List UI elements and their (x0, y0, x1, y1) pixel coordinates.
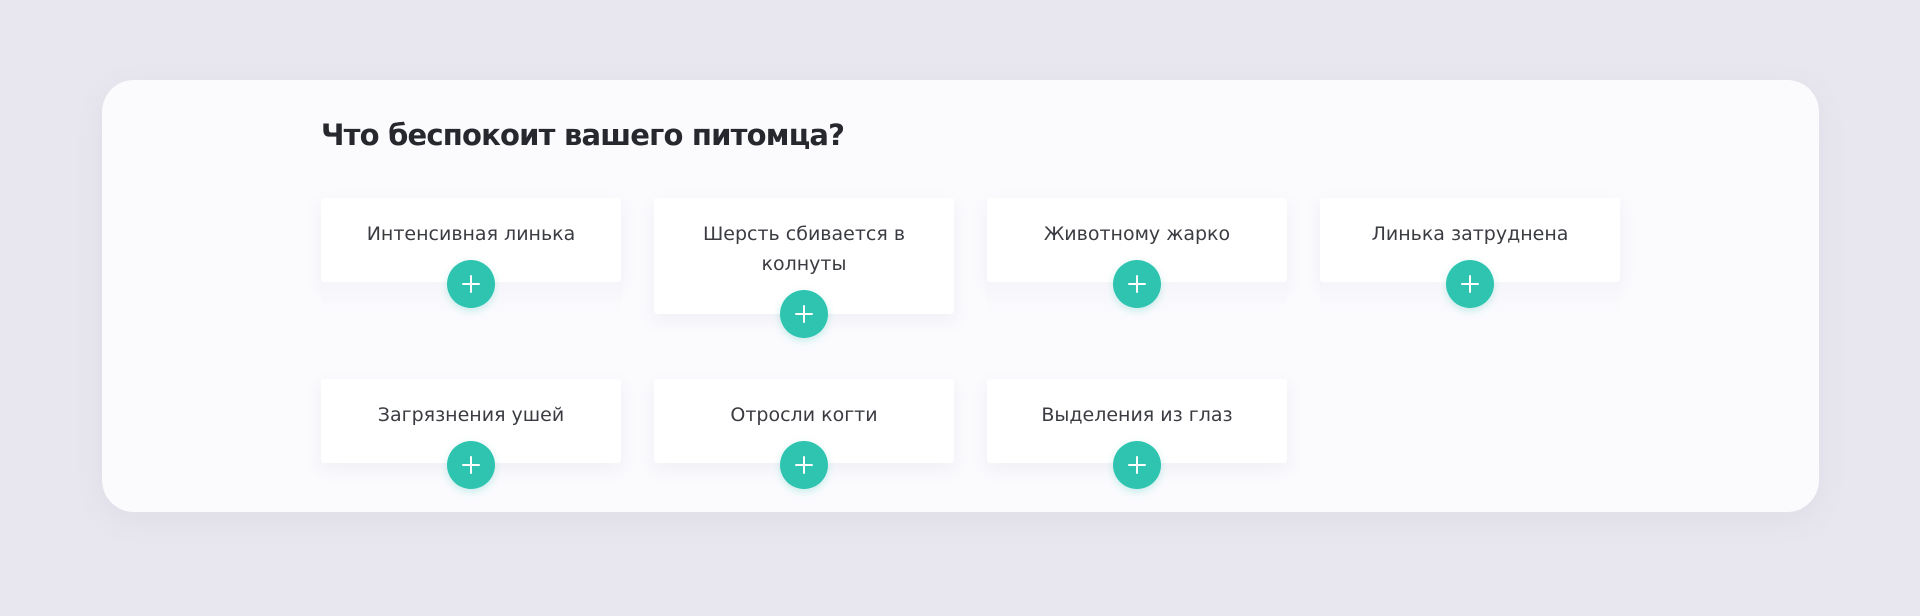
add-button[interactable] (1113, 260, 1161, 308)
card-label: Животному жарко (1043, 223, 1231, 245)
problem-card-pet-overheating[interactable]: Животному жарко (987, 198, 1287, 314)
card-label: Выделения из глаз (1041, 404, 1233, 426)
problem-card-intensive-shedding[interactable]: Интенсивная линька (321, 198, 621, 314)
add-button[interactable] (1113, 441, 1161, 489)
add-button[interactable] (780, 290, 828, 338)
card-label: Линька затруднена (1371, 223, 1569, 245)
card-label: Загрязнения ушей (377, 404, 565, 426)
card-label: Интенсивная линька (366, 223, 576, 245)
problem-card-eye-discharge[interactable]: Выделения из глаз (987, 379, 1287, 489)
add-button[interactable] (447, 260, 495, 308)
add-button[interactable] (780, 441, 828, 489)
section-title: Что беспокоит вашего питомца? (321, 118, 845, 152)
problem-card-overgrown-claws[interactable]: Отросли когти (654, 379, 954, 489)
add-button[interactable] (1446, 260, 1494, 308)
problem-card-matted-fur[interactable]: Шерсть сбивается в колнуты (654, 198, 954, 338)
add-button[interactable] (447, 441, 495, 489)
problem-card-dirty-ears[interactable]: Загрязнения ушей (321, 379, 621, 489)
card-label: Отросли когти (730, 404, 878, 426)
problem-card-difficult-shedding[interactable]: Линька затруднена (1320, 198, 1620, 314)
card-label: Шерсть сбивается в колнуты (702, 223, 906, 275)
